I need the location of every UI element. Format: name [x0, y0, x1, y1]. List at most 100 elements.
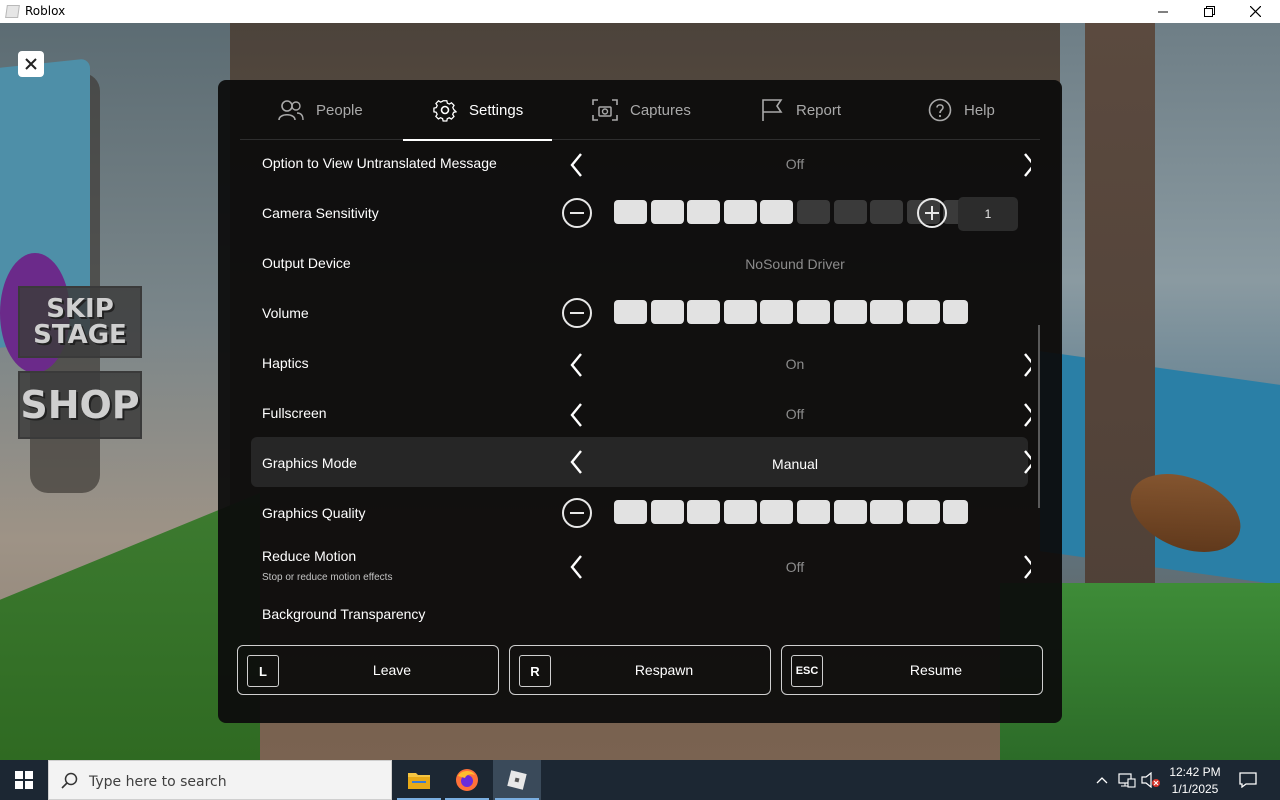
setting-row-fullscreen: Fullscreen Off [251, 390, 1031, 440]
tab-label: People [316, 101, 363, 119]
setting-row-background-transparency: Background Transparency [251, 598, 1031, 624]
chevron-left-icon[interactable] [564, 350, 588, 380]
slider-segment[interactable] [687, 500, 721, 524]
slider-segment[interactable] [687, 300, 721, 324]
minimize-button[interactable] [1140, 0, 1186, 23]
tab-help[interactable]: Help [928, 80, 995, 140]
setting-label: Haptics [262, 355, 309, 371]
tab-label: Report [796, 101, 842, 119]
tab-people[interactable]: People [278, 80, 363, 140]
settings-menu: People Settings Captures Report Help Opt… [218, 80, 1062, 723]
shop-button[interactable]: SHOP [18, 371, 142, 439]
windows-icon [15, 771, 33, 789]
increase-icon[interactable] [917, 198, 947, 228]
taskbar: Type here to search 12:42 PM 1/1/2025 [0, 760, 1280, 800]
chevron-left-icon[interactable] [564, 552, 588, 582]
slider-segment[interactable] [870, 200, 904, 224]
tab-report[interactable]: Report [760, 80, 841, 140]
slider-segment[interactable] [650, 500, 684, 524]
chevron-right-icon[interactable] [1018, 447, 1031, 477]
setting-value: On [785, 356, 805, 372]
chevron-right-icon[interactable] [1018, 150, 1031, 180]
firefox-icon [456, 769, 478, 791]
slider-segment[interactable] [797, 200, 830, 224]
setting-row-output-device: Output Device NoSound Driver [251, 240, 1031, 290]
search-icon [61, 772, 78, 789]
resume-button[interactable]: ESC Resume [781, 645, 1043, 695]
slider-segment[interactable] [723, 300, 757, 324]
slider-segment[interactable] [906, 500, 940, 524]
show-hidden-icons[interactable] [1092, 760, 1112, 800]
skip-stage-button[interactable]: SKIP STAGE [18, 286, 142, 358]
setting-value: Off [785, 406, 805, 422]
chevron-left-icon[interactable] [564, 150, 588, 180]
taskbar-roblox[interactable] [493, 760, 541, 800]
setting-value[interactable]: NoSound Driver [595, 256, 995, 272]
setting-row-camera-sensitivity: Camera Sensitivity [251, 190, 1031, 240]
gear-icon [433, 100, 457, 122]
chevron-right-icon[interactable] [1018, 400, 1031, 430]
chevron-right-icon[interactable] [1018, 350, 1031, 380]
restore-icon [1203, 6, 1215, 17]
restore-button[interactable] [1186, 0, 1232, 23]
slider-segment[interactable] [943, 300, 969, 324]
slider-segment[interactable] [687, 200, 721, 224]
slider-segment[interactable] [797, 500, 830, 524]
slider-segment[interactable] [943, 500, 969, 524]
setting-row-untranslated: Option to View Untranslated Message Off [251, 140, 1031, 190]
close-menu-button[interactable] [18, 51, 44, 77]
slider-segment[interactable] [833, 300, 867, 324]
search-placeholder: Type here to search [89, 774, 227, 790]
decrease-icon[interactable] [562, 498, 592, 528]
respawn-button[interactable]: R Respawn [509, 645, 771, 695]
close-icon [1249, 6, 1261, 17]
slider-segment[interactable] [723, 500, 757, 524]
tab-settings[interactable]: Settings [403, 80, 553, 141]
start-button[interactable] [0, 760, 48, 800]
setting-label: Reduce Motion [262, 548, 357, 564]
slider-segment[interactable] [760, 300, 794, 324]
taskbar-clock[interactable]: 12:42 PM 1/1/2025 [1164, 764, 1226, 798]
speaker-muted-icon [1141, 772, 1160, 788]
network-tray[interactable] [1116, 760, 1138, 800]
slider-segment[interactable] [760, 500, 794, 524]
menu-actions: L Leave R Respawn ESC Resume [237, 645, 1043, 695]
settings-scrollbar[interactable] [1038, 325, 1040, 508]
slider-segment[interactable] [833, 200, 867, 224]
camera-sensitivity-input[interactable]: 1 [958, 197, 1018, 231]
decrease-icon[interactable] [562, 198, 592, 228]
slider-segment[interactable] [614, 500, 647, 524]
respawn-key-hint: R [519, 655, 551, 687]
slider-segment[interactable] [614, 200, 647, 224]
slider-segment[interactable] [833, 500, 867, 524]
slider-segment[interactable] [614, 300, 647, 324]
resume-label: Resume [909, 662, 963, 678]
window-titlebar: Roblox [0, 0, 1280, 23]
slider-segment[interactable] [906, 300, 940, 324]
slider-segment[interactable] [870, 500, 904, 524]
slider-segment[interactable] [650, 200, 684, 224]
network-icon [1118, 773, 1136, 788]
slider-segment[interactable] [870, 300, 904, 324]
tab-captures[interactable]: Captures [592, 80, 691, 140]
leave-button[interactable]: L Leave [237, 645, 499, 695]
chevron-right-icon[interactable] [1018, 552, 1031, 582]
roblox-app-icon [5, 5, 20, 18]
taskbar-firefox[interactable] [443, 760, 491, 800]
chevron-left-icon[interactable] [564, 447, 588, 477]
close-window-button[interactable] [1232, 0, 1278, 23]
slider-segment[interactable] [760, 200, 794, 224]
slider-segment[interactable] [723, 200, 757, 224]
setting-label: Camera Sensitivity [262, 205, 379, 221]
setting-row-graphics-mode: Graphics Mode Manual [251, 437, 1031, 487]
setting-label: Background Transparency [262, 606, 426, 622]
volume-tray[interactable] [1140, 760, 1162, 800]
taskbar-search[interactable]: Type here to search [48, 760, 392, 800]
chevron-left-icon[interactable] [564, 400, 588, 430]
slider-segment[interactable] [650, 300, 684, 324]
camera-icon [592, 99, 618, 121]
taskbar-file-explorer[interactable] [395, 760, 443, 800]
slider-segment[interactable] [797, 300, 830, 324]
decrease-icon[interactable] [562, 298, 592, 328]
notifications-button[interactable] [1233, 760, 1263, 800]
